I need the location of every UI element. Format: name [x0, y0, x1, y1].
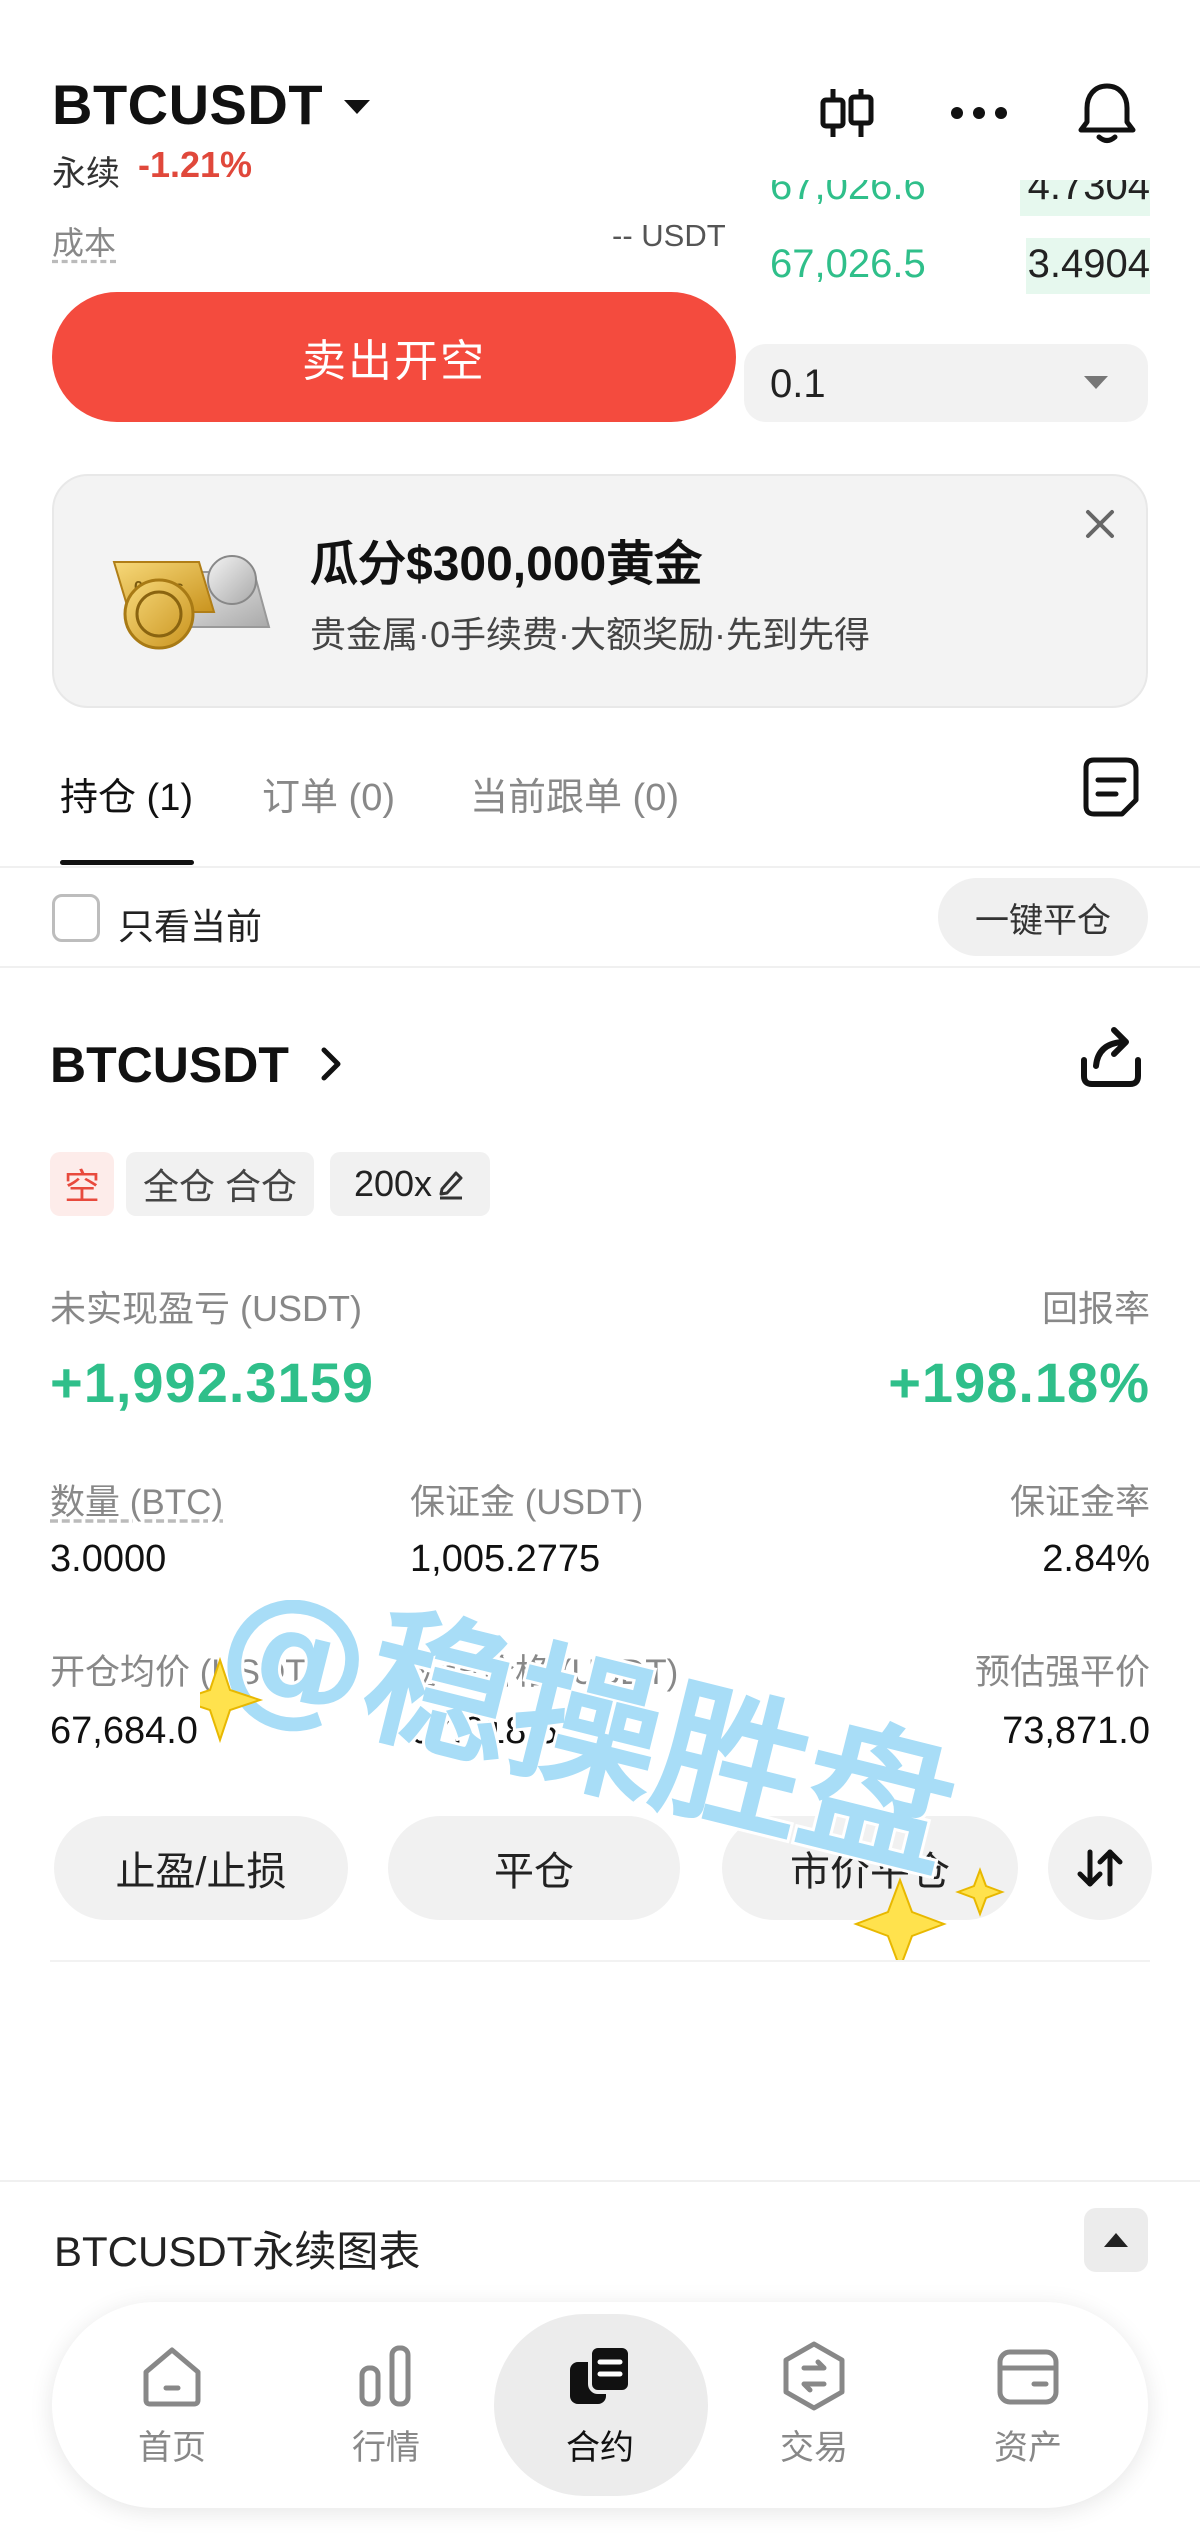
gold-bar-icon: 0 Fees — [112, 555, 271, 650]
chevron-right-icon[interactable] — [316, 1044, 346, 1084]
more-icon[interactable] — [944, 78, 1014, 148]
leverage-tag[interactable]: 200x — [330, 1152, 490, 1216]
active-tab-indicator — [60, 860, 194, 865]
order-book-price: 67,026.6 — [770, 180, 926, 208]
tab-positions[interactable]: 持仓 (1) — [60, 766, 193, 821]
cost-value: -- USDT — [612, 218, 726, 253]
home-icon — [143, 2347, 201, 2407]
share-icon[interactable] — [1076, 1024, 1146, 1090]
only-current-checkbox[interactable] — [52, 894, 100, 942]
futures-icon — [570, 2344, 632, 2404]
unrealized-pnl-value: +1,992.3159 — [50, 1351, 374, 1414]
market-close-button[interactable]: 市价平仓 — [722, 1816, 1018, 1920]
quantity-select[interactable]: 0.1 — [744, 344, 1148, 422]
liquidation-price-label: 预估强平价 — [974, 1653, 1150, 1692]
bottom-navigation: 首页 行情 合约 交易 资产 — [52, 2302, 1148, 2508]
divider — [0, 966, 1200, 968]
margin-label: 保证金 (USDT) — [410, 1483, 644, 1522]
price-change: -1.21% — [138, 144, 253, 185]
nav-item-market[interactable]: 行情 — [286, 2326, 486, 2496]
close-all-button[interactable]: 一键平仓 — [938, 878, 1148, 956]
quantity-label: 数量 (BTC) — [50, 1483, 224, 1522]
order-book-qty: 3.4904 — [1027, 242, 1150, 286]
nav-label: 合约 — [566, 2429, 634, 2467]
margin-ratio-label: 保证金率 — [1009, 1483, 1150, 1522]
chart-section-title[interactable]: BTCUSDT永续图表 — [54, 2218, 420, 2279]
leverage-value: 200x — [353, 1163, 433, 1204]
entry-price-value: 67,684.0 — [50, 1710, 198, 1752]
nav-label: 资产 — [994, 2429, 1062, 2467]
wallet-icon — [997, 2349, 1059, 2405]
swap-icon — [1077, 1849, 1123, 1887]
bell-icon[interactable] — [1072, 78, 1142, 148]
nav-item-trade[interactable]: 交易 — [714, 2326, 914, 2496]
nav-label: 行情 — [352, 2429, 420, 2467]
order-book-row[interactable]: 67,026.5 3.4904 — [740, 238, 1150, 294]
divider — [50, 1960, 1150, 1962]
promo-banner[interactable]: 0 Fees 瓜分$300,000黄金 贵金属·0手续费·大额奖励·先到先得 — [52, 474, 1148, 708]
sell-open-short-button[interactable]: 卖出开空 — [52, 292, 736, 422]
order-book-row[interactable]: 67,026.6 4.7304 — [740, 180, 1150, 216]
chevron-down-icon — [1084, 376, 1108, 389]
margin-mode-tag: 全仓 合仓 — [126, 1152, 314, 1216]
symbol-caret-icon[interactable] — [344, 100, 370, 114]
close-icon[interactable] — [1080, 504, 1120, 544]
nav-item-assets[interactable]: 资产 — [928, 2326, 1128, 2496]
order-book: 67,026.6 4.7304 67,026.5 3.4904 — [740, 180, 1150, 300]
market-icon — [359, 2345, 411, 2407]
liquidation-price-value: 73,871.0 — [1002, 1710, 1150, 1752]
promo-subtitle: 贵金属·0手续费·大额奖励·先到先得 — [310, 614, 870, 655]
nav-item-futures[interactable]: 合约 — [500, 2326, 700, 2496]
reverse-position-button[interactable] — [1048, 1816, 1152, 1920]
margin-value: 1,005.2775 — [410, 1538, 601, 1580]
edit-icon — [439, 1171, 463, 1200]
expand-chart-button[interactable] — [1084, 2208, 1148, 2272]
document-icon[interactable] — [1082, 756, 1142, 818]
position-symbol[interactable]: BTCUSDT — [50, 1036, 289, 1094]
entry-price-label: 开仓均价 (USDT) — [50, 1653, 319, 1692]
order-book-price: 67,026.5 — [770, 242, 926, 286]
caret-up-icon — [1104, 2233, 1128, 2247]
trade-icon — [783, 2341, 845, 2411]
quantity-value: 0.1 — [770, 362, 826, 406]
candlestick-icon[interactable] — [812, 78, 882, 148]
divider — [0, 2180, 1200, 2182]
mark-price-value: 67,018.5 — [410, 1710, 558, 1752]
nav-label: 交易 — [780, 2429, 848, 2467]
unrealized-pnl-label: 未实现盈亏 (USDT) — [50, 1288, 362, 1329]
tab-copy-trading[interactable]: 当前跟单 (0) — [470, 766, 679, 821]
roe-value: +198.18% — [888, 1351, 1150, 1414]
side-tag: 空 — [50, 1152, 114, 1216]
quantity-value: 3.0000 — [50, 1538, 167, 1580]
divider — [0, 866, 1200, 868]
mark-price-label: 标记价格 (USDT) — [410, 1653, 679, 1692]
perpetual-label: 永续 — [52, 155, 120, 193]
promo-title: 瓜分$300,000黄金 — [310, 538, 703, 591]
tp-sl-button[interactable]: 止盈/止损 — [54, 1816, 348, 1920]
close-position-button[interactable]: 平仓 — [388, 1816, 680, 1920]
only-current-label[interactable]: 只看当前 — [118, 898, 262, 950]
tab-orders[interactable]: 订单 (0) — [262, 766, 395, 821]
symbol-title[interactable]: BTCUSDT — [52, 72, 323, 137]
cost-label: 成本 — [52, 225, 117, 261]
order-book-qty: 4.7304 — [1027, 180, 1150, 208]
nav-item-home[interactable]: 首页 — [72, 2326, 272, 2496]
nav-label: 首页 — [138, 2429, 206, 2467]
roe-label: 回报率 — [1041, 1288, 1150, 1329]
margin-ratio-value: 2.84% — [1042, 1538, 1150, 1580]
